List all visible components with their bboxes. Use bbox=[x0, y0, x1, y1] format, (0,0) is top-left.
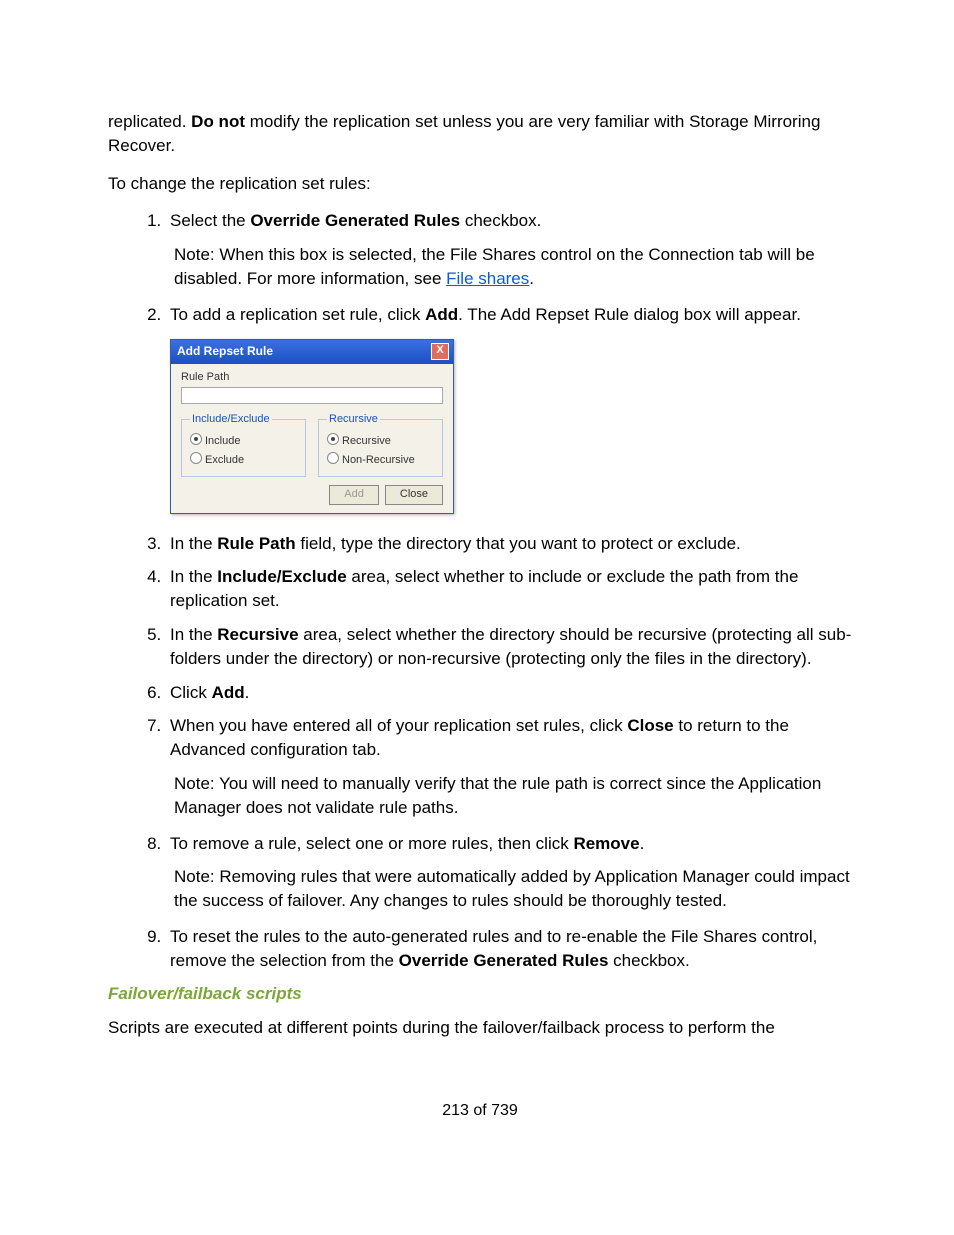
text-bold: Do not bbox=[191, 112, 245, 131]
step-2: To add a replication set rule, click Add… bbox=[166, 303, 852, 514]
text: In the bbox=[170, 625, 217, 644]
step-5: In the Recursive area, select whether th… bbox=[166, 623, 852, 671]
dialog-titlebar: Add Repset Rule X bbox=[171, 340, 453, 364]
note-label: Note: bbox=[174, 867, 215, 886]
step-3: In the Rule Path field, type the directo… bbox=[166, 532, 852, 556]
step-8: To remove a rule, select one or more rul… bbox=[166, 832, 852, 913]
steps-list: Select the Override Generated Rules chec… bbox=[108, 209, 852, 972]
text-bold: Override Generated Rules bbox=[399, 951, 609, 970]
text: Select the bbox=[170, 211, 250, 230]
text: To add a replication set rule, click bbox=[170, 305, 425, 324]
text: In the bbox=[170, 567, 217, 586]
text: Click bbox=[170, 683, 212, 702]
step-1: Select the Override Generated Rules chec… bbox=[166, 209, 852, 290]
note-8: Note: Removing rules that were automatic… bbox=[170, 865, 852, 913]
exclude-radio[interactable]: Exclude bbox=[190, 452, 297, 468]
note-text: You will need to manually verify that th… bbox=[174, 774, 821, 817]
text-bold: Close bbox=[627, 716, 673, 735]
radio-label: Include bbox=[205, 435, 240, 447]
radio-label: Recursive bbox=[342, 435, 391, 447]
text: . The Add Repset Rule dialog box will ap… bbox=[458, 305, 801, 324]
include-exclude-legend: Include/Exclude bbox=[190, 412, 272, 427]
section-heading-failover: Failover/failback scripts bbox=[108, 982, 852, 1006]
text-bold: Add bbox=[425, 305, 458, 324]
intro-paragraph-2: To change the replication set rules: bbox=[108, 172, 852, 196]
document-page: replicated. Do not modify the replicatio… bbox=[0, 0, 954, 1235]
text-bold: Add bbox=[212, 683, 245, 702]
include-radio[interactable]: Include bbox=[190, 433, 297, 449]
text: replicated. bbox=[108, 112, 191, 131]
radio-icon bbox=[327, 433, 339, 445]
close-button[interactable]: Close bbox=[385, 485, 443, 504]
text-bold: Recursive bbox=[217, 625, 298, 644]
text: . bbox=[245, 683, 250, 702]
text-bold: Include/Exclude bbox=[217, 567, 346, 586]
radio-icon bbox=[327, 452, 339, 464]
add-button[interactable]: Add bbox=[329, 485, 379, 504]
step-9: To reset the rules to the auto-generated… bbox=[166, 925, 852, 973]
text: checkbox. bbox=[608, 951, 689, 970]
recursive-radio[interactable]: Recursive bbox=[327, 433, 434, 449]
note-text: . bbox=[529, 269, 534, 288]
text: . bbox=[640, 834, 645, 853]
recursive-legend: Recursive bbox=[327, 412, 380, 427]
radio-label: Exclude bbox=[205, 454, 244, 466]
dialog-title-text: Add Repset Rule bbox=[177, 343, 273, 360]
page-number: 213 of 739 bbox=[108, 1100, 852, 1122]
recursive-fieldset: Recursive Recursive Non-Recursive bbox=[318, 412, 443, 477]
note-1: Note: When this box is selected, the Fil… bbox=[170, 243, 852, 291]
note-label: Note: bbox=[174, 245, 215, 264]
text-bold: Remove bbox=[573, 834, 639, 853]
intro-paragraph-1: replicated. Do not modify the replicatio… bbox=[108, 110, 852, 158]
text: field, type the directory that you want … bbox=[296, 534, 741, 553]
file-shares-link[interactable]: File shares bbox=[446, 269, 529, 288]
text-bold: Override Generated Rules bbox=[250, 211, 460, 230]
step-7: When you have entered all of your replic… bbox=[166, 714, 852, 819]
dialog-body: Rule Path Include/Exclude Include Exclud… bbox=[171, 364, 453, 513]
rule-path-input[interactable] bbox=[181, 387, 443, 404]
text: When you have entered all of your replic… bbox=[170, 716, 627, 735]
step-4: In the Include/Exclude area, select whet… bbox=[166, 565, 852, 613]
text: In the bbox=[170, 534, 217, 553]
text-bold: Rule Path bbox=[217, 534, 295, 553]
radio-icon bbox=[190, 433, 202, 445]
non-recursive-radio[interactable]: Non-Recursive bbox=[327, 452, 434, 468]
section-body: Scripts are executed at different points… bbox=[108, 1016, 852, 1040]
add-repset-rule-dialog: Add Repset Rule X Rule Path Include/Excl… bbox=[170, 339, 454, 514]
rule-path-label: Rule Path bbox=[181, 370, 443, 385]
text: checkbox. bbox=[460, 211, 541, 230]
note-label: Note: bbox=[174, 774, 215, 793]
close-icon[interactable]: X bbox=[431, 343, 449, 360]
radio-label: Non-Recursive bbox=[342, 454, 415, 466]
note-7: Note: You will need to manually verify t… bbox=[170, 772, 852, 820]
note-text: Removing rules that were automatically a… bbox=[174, 867, 850, 910]
radio-icon bbox=[190, 452, 202, 464]
text: To remove a rule, select one or more rul… bbox=[170, 834, 573, 853]
include-exclude-fieldset: Include/Exclude Include Exclude bbox=[181, 412, 306, 477]
step-6: Click Add. bbox=[166, 681, 852, 705]
